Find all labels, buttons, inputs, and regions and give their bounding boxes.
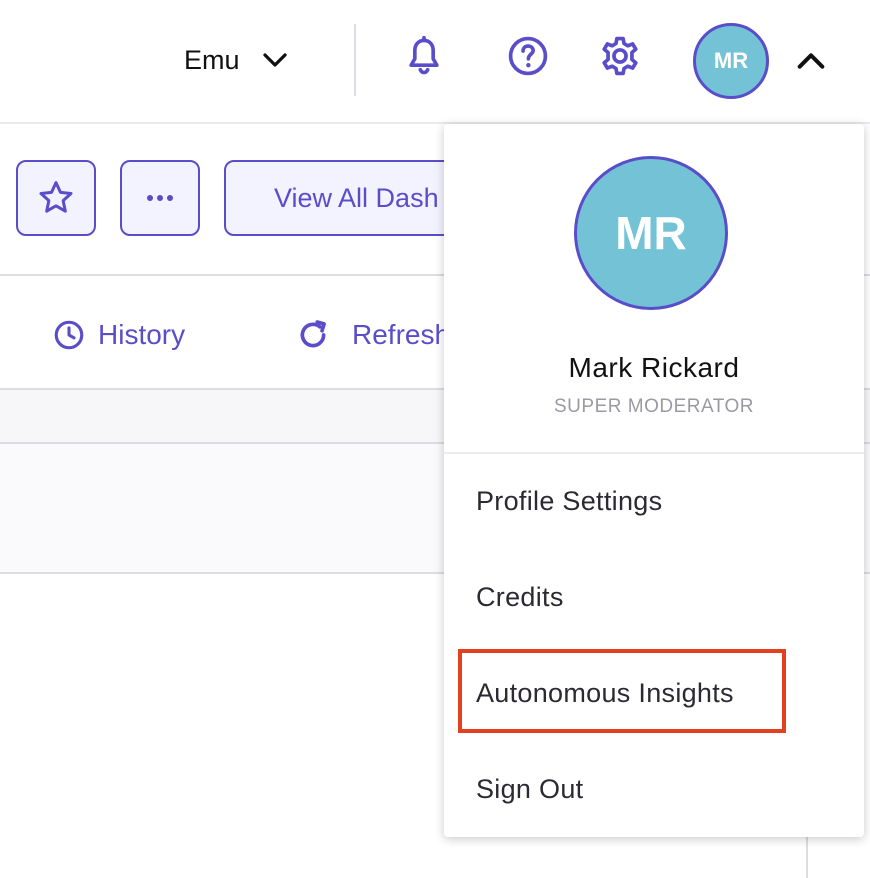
gear-icon[interactable] <box>598 34 642 78</box>
workspace-label: Emu <box>184 44 240 75</box>
more-horizontal-icon <box>147 195 173 201</box>
view-all-label: View All Dash <box>274 182 439 213</box>
header-divider <box>354 24 356 96</box>
user-role: SUPER MODERATOR <box>554 396 754 417</box>
history-label: History <box>98 319 186 350</box>
user-menu-avatar: MR <box>574 156 728 310</box>
bell-icon[interactable] <box>402 34 446 78</box>
chevron-down-icon <box>262 53 287 67</box>
avatar-initials: MR <box>713 48 749 73</box>
panel-edge <box>806 836 808 878</box>
user-avatar-button[interactable]: MR <box>693 23 769 99</box>
more-options-button[interactable] <box>120 160 200 236</box>
menu-item-credits[interactable]: Credits <box>476 582 564 613</box>
user-menu-divider <box>444 452 864 454</box>
app-page: Emu MR View All Dash History Refresh MR … <box>0 0 870 878</box>
menu-item-sign-out[interactable]: Sign Out <box>476 774 583 805</box>
refresh-label: Refresh <box>352 319 451 350</box>
menu-item-autonomous-insights[interactable]: Autonomous Insights <box>476 678 734 709</box>
clock-icon <box>54 320 84 350</box>
refresh-icon <box>300 320 326 348</box>
menu-item-profile-settings[interactable]: Profile Settings <box>476 486 662 517</box>
help-icon[interactable] <box>506 34 550 78</box>
star-icon <box>39 181 73 213</box>
refresh-link[interactable]: Refresh <box>296 318 450 352</box>
user-menu-dropdown: MR Mark Rickard SUPER MODERATOR Profile … <box>444 124 864 837</box>
user-name: Mark Rickard <box>568 352 740 383</box>
user-menu-avatar-initials: MR <box>615 207 687 259</box>
top-header: Emu MR <box>0 0 870 124</box>
history-link[interactable]: History <box>52 318 185 352</box>
favorite-button[interactable] <box>16 160 96 236</box>
chevron-up-icon[interactable] <box>794 44 828 78</box>
workspace-switcher[interactable]: Emu <box>184 40 290 80</box>
